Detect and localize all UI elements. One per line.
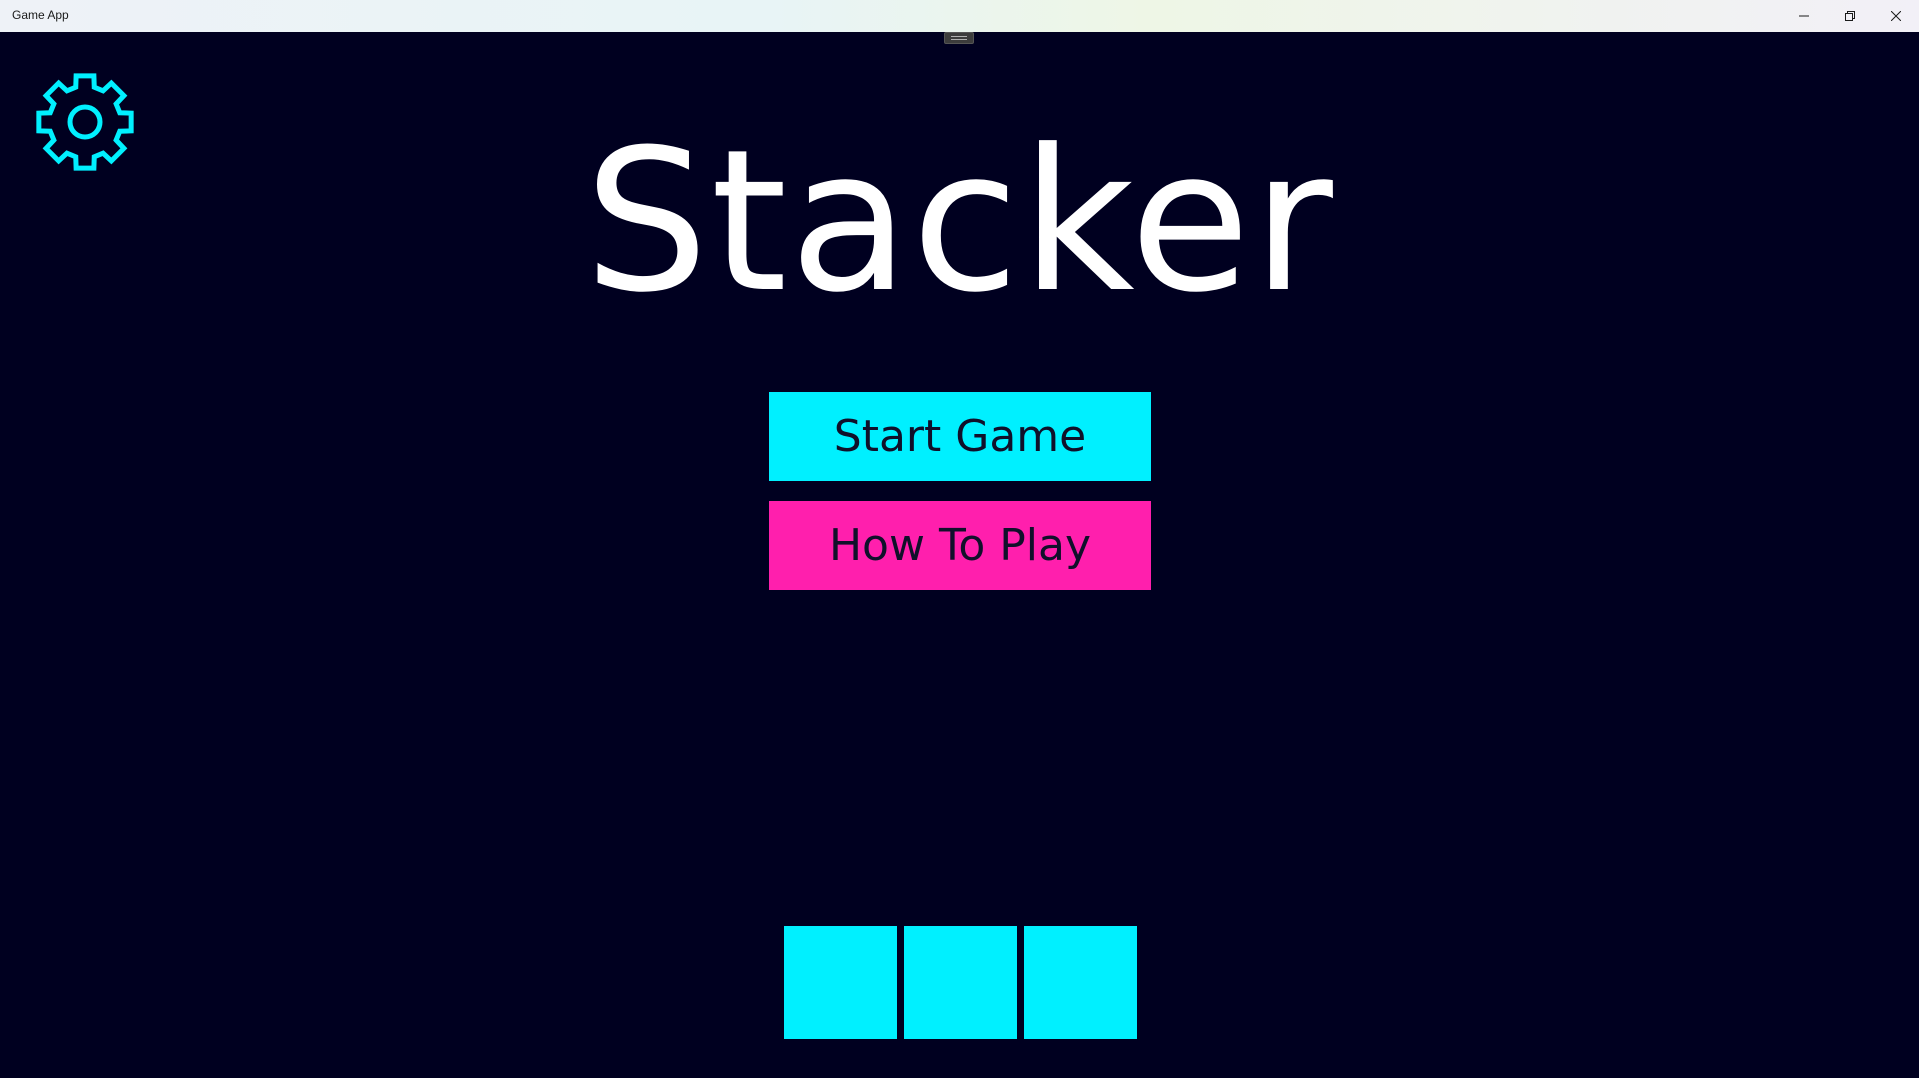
- stack-block: [1024, 926, 1137, 1039]
- start-game-button[interactable]: Start Game: [769, 392, 1151, 481]
- close-icon: [1891, 11, 1901, 21]
- window-title: Game App: [12, 8, 69, 22]
- minimize-icon: [1799, 15, 1809, 17]
- maximize-button[interactable]: [1827, 0, 1873, 32]
- game-window: Game App Stacker Start Game How To Play: [0, 0, 1919, 1078]
- restore-icon: [1845, 11, 1855, 21]
- stack-block: [904, 926, 1017, 1039]
- close-button[interactable]: [1873, 0, 1919, 32]
- title-bar[interactable]: Game App: [0, 0, 1919, 32]
- stack-block: [784, 926, 897, 1039]
- minimize-button[interactable]: [1781, 0, 1827, 32]
- game-title: Stacker: [584, 108, 1335, 336]
- drag-handle[interactable]: [944, 32, 974, 44]
- how-to-play-button[interactable]: How To Play: [769, 501, 1151, 590]
